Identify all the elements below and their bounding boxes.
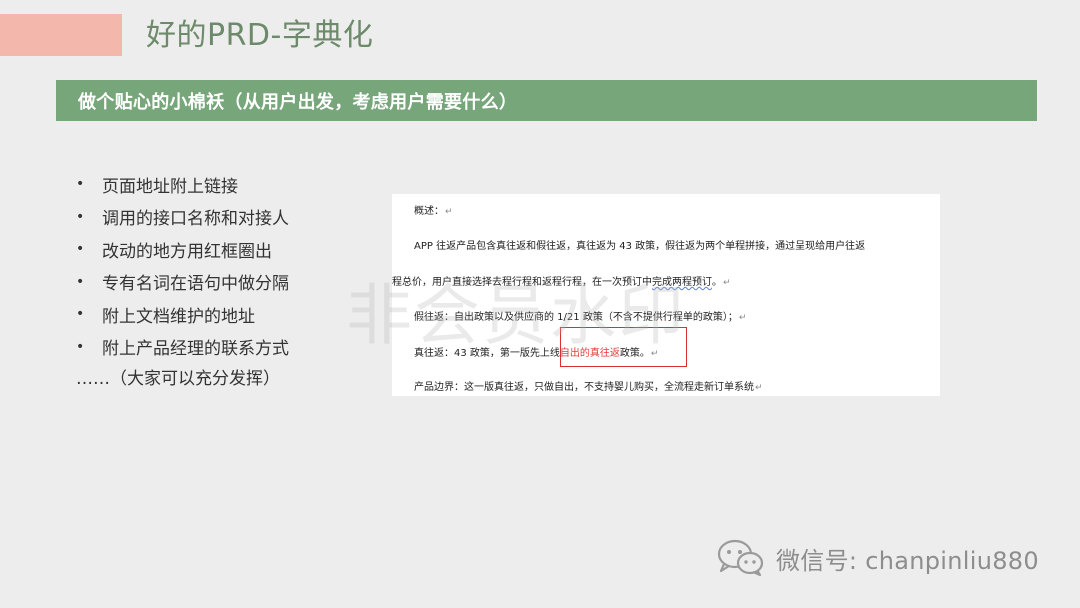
slide: 好的PRD-字典化 做个贴心的小棉袄（从用户出发，考虑用户需要什么） • 页面地址… — [0, 0, 1080, 608]
title-accent-bar — [0, 14, 122, 56]
footer-text: 微信号: chanpinliu880 — [776, 546, 1039, 575]
doc-text: 真往返：43 政策，第一版先上线 — [414, 348, 560, 359]
doc-text: 。 — [712, 277, 722, 288]
list-item: • 改动的地方用红框圈出 — [76, 233, 289, 266]
doc-text: 产品边界：这一版真往返，只做自出，不支持婴儿购买，全流程走新订单系统 — [414, 382, 754, 393]
bullet-list: • 页面地址附上链接 • 调用的接口名称和对接人 • 改动的地方用红框圈出 • 专有名词… — [76, 168, 289, 363]
list-item: • 页面地址附上链接 — [76, 168, 289, 201]
list-item-text: 专有名词在语句中做分隔 — [102, 274, 289, 295]
bullet-icon: • — [76, 176, 85, 193]
list-item: • 专有名词在语句中做分隔 — [76, 266, 289, 299]
doc-text: 概述： — [414, 206, 444, 217]
list-item-text: 附上产品经理的联系方式 — [102, 339, 289, 360]
doc-text: 程总价，用户直接选择去程行程和返程行程，在一次预订中 — [392, 277, 652, 288]
doc-line-boundary: 产品边界：这一版真往返，只做自出，不支持婴儿购买，全流程走新订单系统↵ — [414, 378, 763, 393]
list-item: • 调用的接口名称和对接人 — [76, 201, 289, 234]
footer-wechat: 微信号: chanpinliu880 — [716, 538, 1039, 578]
bullet-icon: • — [76, 208, 85, 225]
list-item-text: 页面地址附上链接 — [102, 176, 238, 197]
banner-text: 做个贴心的小棉袄（从用户出发，考虑用户需要什么） — [78, 91, 518, 113]
slide-title: 好的PRD-字典化 — [146, 18, 374, 53]
list-item-text: 调用的接口名称和对接人 — [102, 209, 289, 230]
bullet-icon: • — [76, 306, 85, 323]
trailing-note: ……（大家可以充分发挥） — [76, 369, 280, 389]
return-mark-icon: ↵ — [723, 278, 731, 288]
doc-line-fake-roundtrip: 假往返：自出政策以及供应商的 1/21 政策（不含不提供行程单的政策）；↵ — [414, 308, 746, 323]
doc-text-underlined: 完成两程预订 — [652, 277, 712, 288]
list-item: • 附上文档维护的地址 — [76, 298, 289, 331]
highlight-red-box — [560, 327, 687, 367]
list-item-text: 附上文档维护的地址 — [102, 306, 255, 327]
return-mark-icon: ↵ — [738, 313, 747, 323]
return-mark-icon: ↵ — [755, 383, 763, 393]
list-item: • 附上产品经理的联系方式 — [76, 331, 289, 364]
doc-line-description-cont: 程总价，用户直接选择去程行程和返程行程，在一次预订中完成两程预订。↵ — [392, 273, 731, 288]
doc-line-description: APP 往返产品包含真往返和假往返，真往返为 43 政策，假往返为两个单程拼接，… — [414, 237, 865, 252]
bullet-icon: • — [76, 338, 85, 355]
list-item-text: 改动的地方用红框圈出 — [102, 241, 272, 262]
bullet-icon: • — [76, 273, 85, 290]
return-mark-icon: ↵ — [445, 207, 453, 217]
doc-text: 假往返：自出政策以及供应商的 1/21 政策（不含不提供行程单的政策）； — [414, 312, 738, 323]
section-banner: 做个贴心的小棉袄（从用户出发，考虑用户需要什么） — [56, 80, 1037, 121]
doc-text: APP 往返产品包含真往返和假往返，真往返为 43 政策，假往返为两个单程拼接，… — [414, 241, 866, 252]
doc-line-overview: 概述：↵ — [414, 202, 453, 217]
bullet-icon: • — [76, 241, 85, 258]
wechat-icon — [716, 538, 766, 578]
